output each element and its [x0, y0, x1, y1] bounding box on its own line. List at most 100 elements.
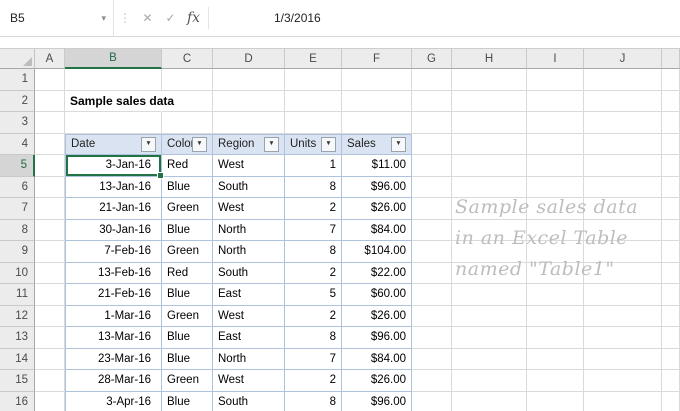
row-header-4[interactable]: 4 [0, 133, 35, 155]
cell-F7[interactable]: $26.00 [342, 198, 412, 220]
table-header-region[interactable]: Region ▼ [213, 133, 285, 155]
cell-filler[interactable] [662, 155, 680, 177]
cell-filler[interactable] [662, 348, 680, 370]
cell-H16[interactable] [452, 391, 527, 411]
row-header-14[interactable]: 14 [0, 348, 35, 370]
cell-F5[interactable]: $11.00 [342, 155, 412, 177]
column-header-C[interactable]: C [162, 49, 213, 69]
row-header-12[interactable]: 12 [0, 305, 35, 327]
cell-I6[interactable] [527, 176, 584, 198]
cell-filler[interactable] [662, 90, 680, 112]
cell-H7[interactable] [452, 198, 527, 220]
cell-E14[interactable]: 7 [285, 348, 342, 370]
filter-dropdown-icon[interactable]: ▼ [391, 136, 406, 152]
cell-F12[interactable]: $26.00 [342, 305, 412, 327]
table-header-color[interactable]: Color ▼ [162, 133, 213, 155]
cell-D3[interactable] [213, 112, 285, 134]
cell-F15[interactable]: $26.00 [342, 370, 412, 392]
cell-D9[interactable]: North [213, 241, 285, 263]
cell-C14[interactable]: Blue [162, 348, 213, 370]
cell-D14[interactable]: North [213, 348, 285, 370]
cell-D2[interactable] [213, 90, 285, 112]
cell-E6[interactable]: 8 [285, 176, 342, 198]
cell-A1[interactable] [35, 69, 65, 91]
cell-C13[interactable]: Blue [162, 327, 213, 349]
cell-E7[interactable]: 2 [285, 198, 342, 220]
cell-J1[interactable] [584, 69, 662, 91]
cell-C6[interactable]: Blue [162, 176, 213, 198]
cell-J10[interactable] [584, 262, 662, 284]
cell-B14[interactable]: 23-Mar-16 [65, 348, 162, 370]
cell-filler[interactable] [662, 284, 680, 306]
cell-J11[interactable] [584, 284, 662, 306]
cell-A5[interactable] [35, 155, 65, 177]
column-header-B[interactable]: B [65, 49, 162, 69]
cell-F16[interactable]: $96.00 [342, 391, 412, 411]
cell-filler[interactable] [662, 327, 680, 349]
cell-F3[interactable] [342, 112, 412, 134]
cell-J8[interactable] [584, 219, 662, 241]
cell-C3[interactable] [162, 112, 213, 134]
row-header-9[interactable]: 9 [0, 241, 35, 263]
cell-I3[interactable] [527, 112, 584, 134]
cell-A6[interactable] [35, 176, 65, 198]
cell-C9[interactable]: Green [162, 241, 213, 263]
cell-I14[interactable] [527, 348, 584, 370]
cell-filler[interactable] [662, 305, 680, 327]
cell-G14[interactable] [412, 348, 452, 370]
cell-E3[interactable] [285, 112, 342, 134]
row-header-1[interactable]: 1 [0, 69, 35, 91]
cell-C15[interactable]: Green [162, 370, 213, 392]
cell-J6[interactable] [584, 176, 662, 198]
cell-E16[interactable]: 8 [285, 391, 342, 411]
cell-H2[interactable] [452, 90, 527, 112]
cell-G12[interactable] [412, 305, 452, 327]
cell-D15[interactable]: West [213, 370, 285, 392]
cell-E11[interactable]: 5 [285, 284, 342, 306]
cell-H1[interactable] [452, 69, 527, 91]
cell-filler[interactable] [662, 241, 680, 263]
cell-I2[interactable] [527, 90, 584, 112]
name-box-dropdown-icon[interactable]: ▾ [98, 13, 109, 24]
cell-E9[interactable]: 8 [285, 241, 342, 263]
formula-bar-resize-handle[interactable]: ⋮ [114, 0, 136, 36]
cell-J3[interactable] [584, 112, 662, 134]
cell-F6[interactable]: $96.00 [342, 176, 412, 198]
sheet-title-cell[interactable]: Sample sales data [65, 90, 174, 112]
cell-D8[interactable]: North [213, 219, 285, 241]
table-header-date[interactable]: Date ▼ [65, 133, 162, 155]
cell-D12[interactable]: West [213, 305, 285, 327]
row-header-5[interactable]: 5 [0, 155, 35, 177]
cell-H12[interactable] [452, 305, 527, 327]
cell-J2[interactable] [584, 90, 662, 112]
cell-H13[interactable] [452, 327, 527, 349]
cell-filler[interactable] [662, 262, 680, 284]
cell-J4[interactable] [584, 133, 662, 155]
cell-D16[interactable]: South [213, 391, 285, 411]
cell-I5[interactable] [527, 155, 584, 177]
cell-G11[interactable] [412, 284, 452, 306]
cell-F2[interactable] [342, 90, 412, 112]
cell-D11[interactable]: East [213, 284, 285, 306]
cell-filler[interactable] [662, 69, 680, 91]
cell-C8[interactable]: Blue [162, 219, 213, 241]
insert-function-icon[interactable]: fx [182, 0, 205, 36]
cell-J5[interactable] [584, 155, 662, 177]
cell-A12[interactable] [35, 305, 65, 327]
cell-C16[interactable]: Blue [162, 391, 213, 411]
cell-I7[interactable] [527, 198, 584, 220]
row-header-16[interactable]: 16 [0, 391, 35, 411]
row-header-3[interactable]: 3 [0, 112, 35, 134]
cell-C1[interactable] [162, 69, 213, 91]
column-header-H[interactable]: H [452, 49, 527, 69]
cell-A7[interactable] [35, 198, 65, 220]
cell-J14[interactable] [584, 348, 662, 370]
cell-E15[interactable]: 2 [285, 370, 342, 392]
cell-G15[interactable] [412, 370, 452, 392]
cell-I8[interactable] [527, 219, 584, 241]
column-header-I[interactable]: I [527, 49, 584, 69]
row-header-11[interactable]: 11 [0, 284, 35, 306]
cell-filler[interactable] [662, 176, 680, 198]
column-header-D[interactable]: D [213, 49, 285, 69]
cell-filler[interactable] [662, 370, 680, 392]
